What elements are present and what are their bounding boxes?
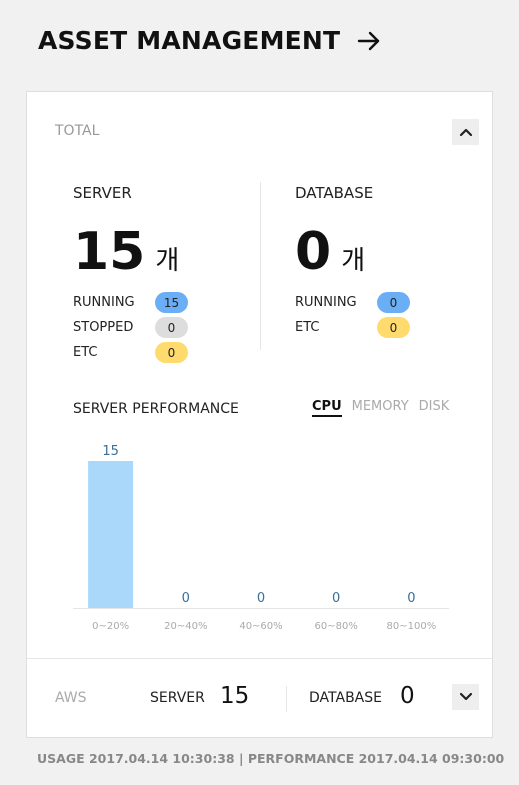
database-etc-label: ETC: [295, 320, 320, 335]
database-etc-badge: 0: [377, 317, 410, 338]
server-stopped-badge: 0: [155, 317, 188, 338]
server-stat: SERVER 15 개 RUNNING 15 STOPPED 0 ETC 0: [73, 184, 188, 365]
arrow-right-icon[interactable]: [356, 28, 382, 54]
server-title: SERVER: [73, 184, 132, 202]
server-row-running: RUNNING 15: [73, 290, 188, 315]
database-row-etc: ETC 0: [295, 315, 410, 340]
chart-value-label: 15: [102, 444, 119, 459]
aws-divider: [286, 686, 287, 712]
database-stat: DATABASE 0 개 RUNNING 0 ETC 0: [295, 184, 410, 340]
database-running-label: RUNNING: [295, 295, 357, 310]
expand-button[interactable]: [452, 684, 479, 710]
stat-divider: [260, 182, 261, 350]
chart-value-label: 0: [407, 591, 415, 606]
chart-tick-label: 20~40%: [164, 621, 207, 632]
chart-tick-label: 0~20%: [92, 621, 129, 632]
chart-value-label: 0: [257, 591, 265, 606]
tab-disk[interactable]: DISK: [419, 399, 450, 417]
page-title: ASSET MANAGEMENT: [38, 26, 341, 55]
chart-value-label: 0: [182, 591, 190, 606]
server-unit: 개: [155, 246, 180, 276]
aws-database-label: DATABASE: [309, 690, 382, 706]
database-row-running: RUNNING 0: [295, 290, 410, 315]
server-row-etc: ETC 0: [73, 340, 188, 365]
tab-memory[interactable]: MEMORY: [352, 399, 409, 417]
server-stopped-label: STOPPED: [73, 320, 134, 335]
aws-server-value: 15: [220, 683, 250, 709]
chevron-down-icon: [459, 692, 472, 701]
database-count: 0: [295, 222, 332, 282]
aws-server-label: SERVER: [150, 690, 205, 706]
footer-timestamps: USAGE 2017.04.14 10:30:38 | PERFORMANCE …: [37, 751, 505, 766]
database-title: DATABASE: [295, 184, 374, 202]
chevron-up-icon: [459, 128, 472, 137]
server-running-badge: 15: [155, 292, 188, 313]
page-header: ASSET MANAGEMENT: [38, 26, 382, 55]
performance-tabs: CPU MEMORY DISK: [312, 399, 449, 417]
database-unit: 개: [341, 246, 366, 276]
server-row-stopped: STOPPED 0: [73, 315, 188, 340]
aws-database-value: 0: [400, 683, 415, 709]
performance-chart: 15 0~20% 0 20~40% 0 40~60% 0 60~80% 0 80~100%: [73, 444, 449, 632]
aws-label: AWS: [55, 690, 87, 706]
chart-value-label: 0: [332, 591, 340, 606]
server-etc-badge: 0: [155, 342, 188, 363]
asset-card: TOTAL SERVER 15 개 RUNNING 15 STOPPED 0 E…: [26, 91, 493, 738]
server-count: 15: [73, 222, 146, 282]
chart-tick-label: 60~80%: [315, 621, 358, 632]
collapse-button[interactable]: [452, 119, 479, 145]
bottom-divider: [27, 658, 492, 659]
performance-title: SERVER PERFORMANCE: [73, 401, 239, 417]
chart-tick-label: 40~60%: [239, 621, 282, 632]
chart-tick-label: 80~100%: [387, 621, 437, 632]
database-running-badge: 0: [377, 292, 410, 313]
total-label: TOTAL: [55, 123, 100, 139]
tab-cpu[interactable]: CPU: [312, 399, 342, 417]
server-running-label: RUNNING: [73, 295, 135, 310]
chart-bar: [88, 461, 134, 608]
server-etc-label: ETC: [73, 345, 98, 360]
